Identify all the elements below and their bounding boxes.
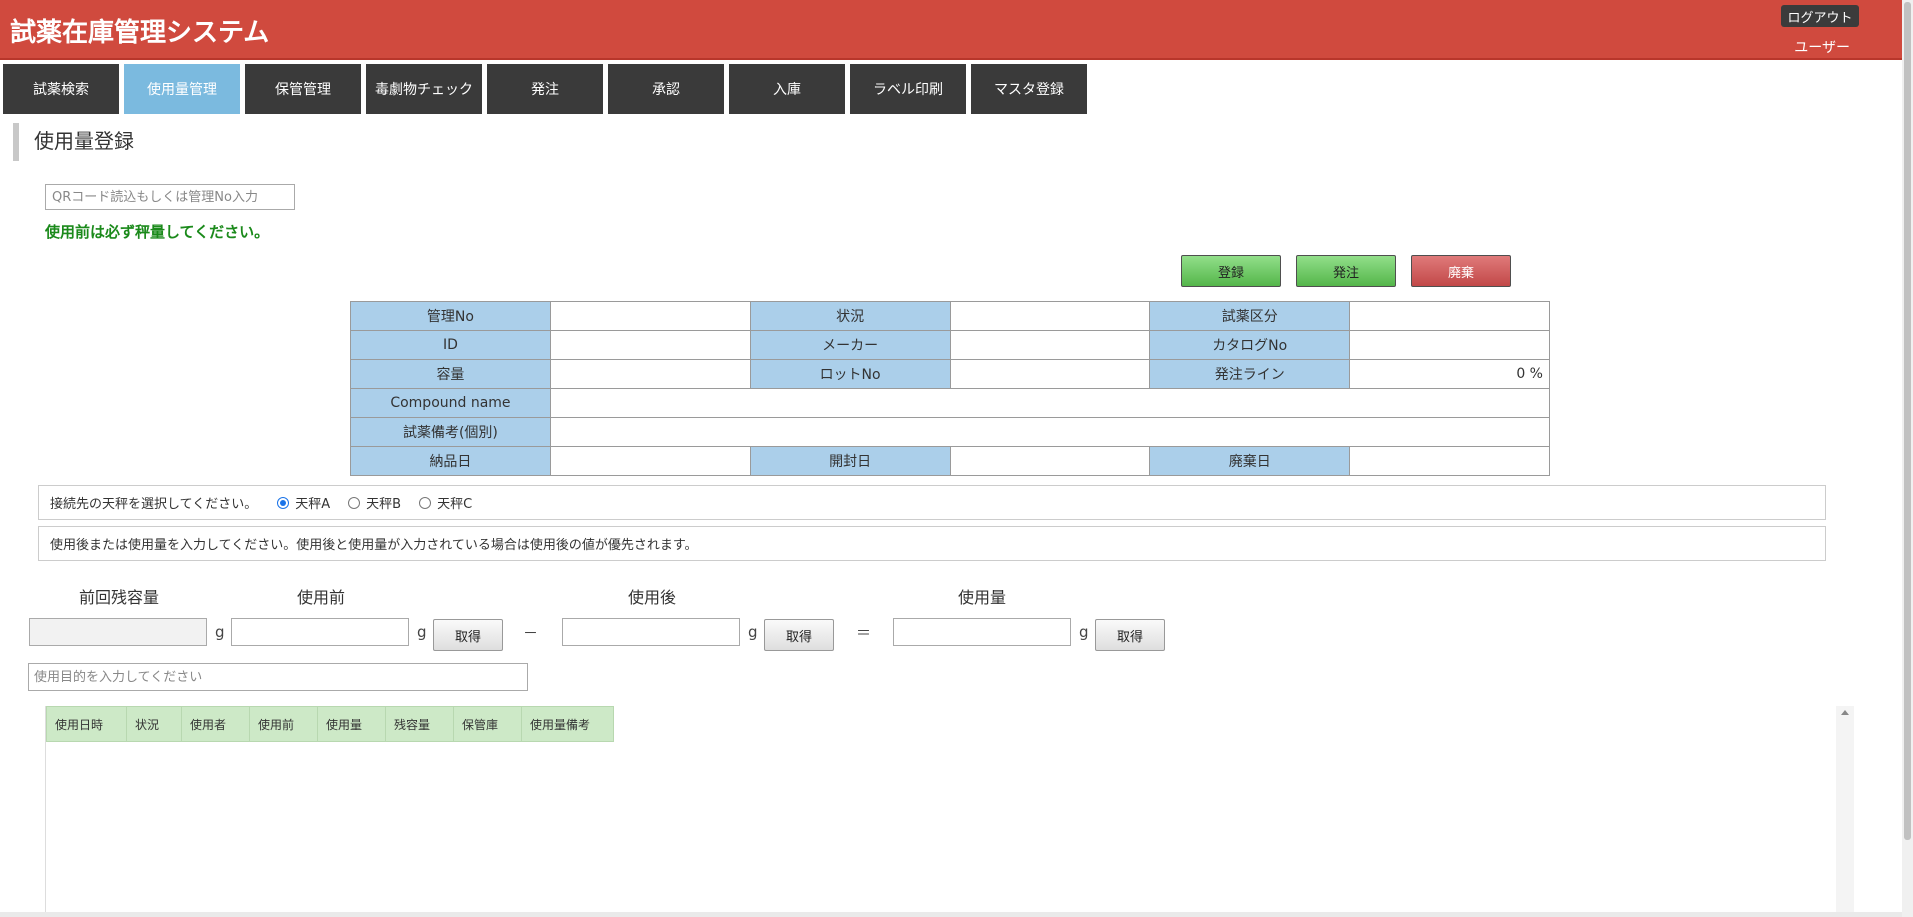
id-label: ID	[350, 330, 551, 360]
balance-option-c[interactable]: 天秤C	[419, 493, 472, 512]
page-scrollbar-thumb[interactable]	[1904, 2, 1911, 840]
radio-button[interactable]	[348, 496, 361, 509]
page-title: 使用量登録	[13, 123, 134, 161]
tab-storage-management[interactable]: 保管管理	[245, 64, 361, 114]
get-before-weight-button[interactable]: 取得	[433, 619, 503, 651]
lot-no-label: ロットNo	[749, 359, 951, 389]
id-value	[549, 330, 751, 360]
reagent-info-table: 管理No 状況 試薬区分 ID メーカー カタログNo 容量 ロットNo 発注ラ…	[350, 301, 1551, 476]
delivery-date-label: 納品日	[350, 446, 551, 476]
disposal-date-label: 廃棄日	[1149, 446, 1351, 476]
col-remaining[interactable]: 残容量	[385, 706, 454, 742]
col-before-use[interactable]: 使用前	[249, 706, 318, 742]
reagent-remarks-label: 試薬備考(個別)	[350, 417, 551, 447]
tab-receiving[interactable]: 入庫	[729, 64, 845, 114]
col-usage-datetime[interactable]: 使用日時	[46, 706, 127, 742]
capacity-value	[549, 359, 751, 389]
bottom-strip	[0, 912, 1902, 917]
tab-label-print[interactable]: ラベル印刷	[850, 64, 966, 114]
prev-remaining-field	[29, 618, 207, 646]
reagent-class-label: 試薬区分	[1149, 301, 1351, 331]
weighing-warning: 使用前は必ず秤量してください。	[45, 223, 270, 241]
delivery-date-value	[549, 446, 751, 476]
catalog-no-label: カタログNo	[1149, 330, 1351, 360]
mgmt-no-label: 管理No	[350, 301, 551, 331]
tab-approval[interactable]: 承認	[608, 64, 724, 114]
tab-order[interactable]: 発注	[487, 64, 603, 114]
lot-no-value	[949, 359, 1151, 389]
radio-button[interactable]	[277, 496, 290, 509]
col-usage-remarks[interactable]: 使用量備考	[521, 706, 614, 742]
balance-radio-group: 天秤A 天秤B 天秤C	[277, 493, 490, 512]
minus-sign: －	[523, 624, 539, 642]
balance-option-label: 天秤B	[366, 497, 402, 512]
col-user[interactable]: 使用者	[181, 706, 250, 742]
usage-history-table: 使用日時 状況 使用者 使用前 使用量 残容量 保管庫 使用量備考	[46, 706, 614, 742]
unit-label: g	[1079, 623, 1089, 641]
after-use-field[interactable]	[562, 618, 740, 646]
before-use-heading: 使用前	[297, 588, 346, 607]
usage-history-panel: 使用日時 状況 使用者 使用前 使用量 残容量 保管庫 使用量備考	[45, 706, 1835, 917]
tab-master-registration[interactable]: マスタ登録	[971, 64, 1087, 114]
app-header: 試薬在庫管理システム ログアウト ユーザー	[0, 0, 1902, 60]
get-usage-amount-button[interactable]: 取得	[1095, 619, 1165, 651]
before-use-field[interactable]	[231, 618, 409, 646]
equals-sign: ＝	[856, 624, 872, 642]
opened-date-label: 開封日	[749, 446, 951, 476]
user-name-label: ユーザー	[1794, 40, 1850, 56]
disposal-date-value	[1349, 446, 1550, 476]
reagent-remarks-value	[549, 417, 1551, 447]
usage-amount-heading: 使用量	[958, 588, 1007, 607]
maker-label: メーカー	[749, 330, 951, 360]
unit-label: g	[215, 623, 225, 641]
main-nav: 試薬検索 使用量管理 保管管理 毒劇物チェック 発注 承認 入庫 ラベル印刷 マ…	[3, 64, 1092, 114]
opened-date-value	[949, 446, 1151, 476]
compound-name-label: Compound name	[350, 388, 551, 418]
tab-reagent-search[interactable]: 試薬検索	[3, 64, 119, 114]
page-scrollbar[interactable]	[1902, 0, 1913, 917]
maker-value	[949, 330, 1151, 360]
register-button[interactable]: 登録	[1181, 255, 1281, 287]
logout-button[interactable]: ログアウト	[1781, 5, 1859, 27]
balance-option-label: 天秤C	[437, 497, 473, 512]
balance-prompt: 接続先の天秤を選択してください。	[50, 497, 258, 512]
status-value	[949, 301, 1151, 331]
catalog-no-value	[1349, 330, 1550, 360]
usage-purpose-input[interactable]	[28, 663, 528, 691]
unit-label: g	[417, 623, 427, 641]
balance-select-box: 接続先の天秤を選択してください。 天秤A 天秤B 天秤C	[38, 485, 1826, 520]
balance-option-a[interactable]: 天秤A	[277, 493, 330, 512]
compound-name-value	[549, 388, 1551, 418]
app-title: 試薬在庫管理システム	[10, 18, 270, 48]
col-storage[interactable]: 保管庫	[453, 706, 522, 742]
capacity-label: 容量	[350, 359, 551, 389]
usage-amount-field[interactable]	[893, 618, 1071, 646]
mgmt-no-value	[549, 301, 751, 331]
history-scrollbar[interactable]	[1836, 706, 1854, 917]
prev-remaining-heading: 前回残容量	[79, 588, 160, 607]
tab-poison-check[interactable]: 毒劇物チェック	[366, 64, 482, 114]
usage-notice-text: 使用後または使用量を入力してください。使用後と使用量が入力されている場合は使用後…	[50, 538, 698, 553]
after-use-heading: 使用後	[628, 588, 677, 607]
order-button[interactable]: 発注	[1296, 255, 1396, 287]
status-label: 状況	[749, 301, 951, 331]
balance-option-label: 天秤A	[295, 497, 331, 512]
tab-usage-management[interactable]: 使用量管理	[124, 64, 240, 114]
col-status[interactable]: 状況	[126, 706, 182, 742]
scroll-up-icon[interactable]	[1841, 710, 1849, 715]
unit-label: g	[748, 623, 758, 641]
radio-button[interactable]	[419, 496, 432, 509]
usage-notice-box: 使用後または使用量を入力してください。使用後と使用量が入力されている場合は使用後…	[38, 526, 1826, 561]
qr-code-input[interactable]	[45, 184, 295, 210]
balance-option-b[interactable]: 天秤B	[348, 493, 401, 512]
reagent-class-value	[1349, 301, 1550, 331]
col-usage-amount[interactable]: 使用量	[317, 706, 386, 742]
order-line-value: 0 %	[1349, 359, 1550, 389]
order-line-label: 発注ライン	[1149, 359, 1351, 389]
get-after-weight-button[interactable]: 取得	[764, 619, 834, 651]
discard-button[interactable]: 廃棄	[1411, 255, 1511, 287]
